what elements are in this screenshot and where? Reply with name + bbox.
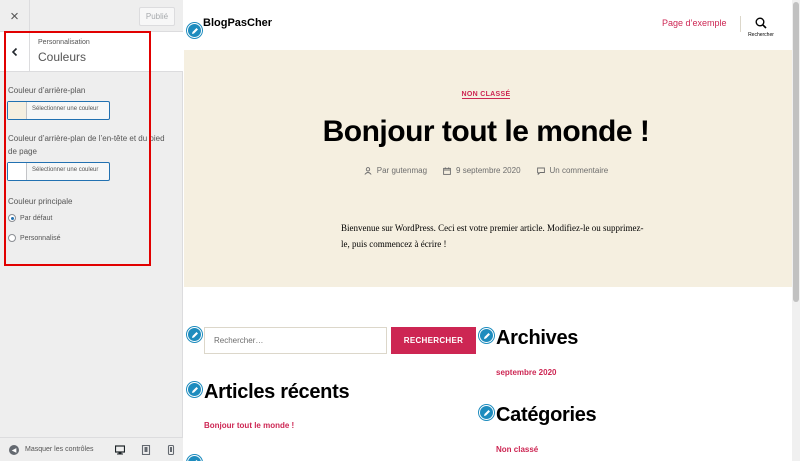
post-date[interactable]: 9 septembre 2020: [443, 166, 521, 175]
post-hero: NON CLASSÉ Bonjour tout le monde ! Par g…: [184, 50, 800, 287]
post-comments-label: Un commentaire: [549, 166, 609, 175]
archives-widget-title: Archives: [496, 327, 579, 349]
desktop-preview-button[interactable]: [113, 443, 127, 457]
recent-post-link[interactable]: Bonjour tout le monde !: [204, 421, 294, 430]
customizer-sidebar: × Publié Personnalisation Couleurs Coule…: [0, 0, 183, 461]
post-body: Bienvenue sur WordPress. Ceci est votre …: [341, 223, 644, 249]
collapse-controls-label[interactable]: Masquer les contrôles: [25, 446, 93, 453]
search-submit-button[interactable]: RECHERCHER: [391, 327, 476, 354]
post-comments[interactable]: Un commentaire: [536, 166, 609, 175]
post-author[interactable]: Par gutenmag: [364, 166, 427, 175]
close-customizer-button[interactable]: ×: [0, 0, 30, 32]
color-swatch: [8, 102, 27, 119]
post-author-label: Par gutenmag: [376, 166, 428, 175]
edit-shortcut-icon[interactable]: [479, 405, 494, 420]
radio-default[interactable]: Par défaut: [8, 214, 52, 222]
mobile-icon: [167, 445, 175, 455]
calendar-icon: [443, 166, 451, 175]
nav-link-sample-page[interactable]: Page d’exemple: [662, 18, 727, 28]
post-date-label: 9 septembre 2020: [456, 166, 521, 175]
customizer-topbar: × Publié: [0, 0, 183, 32]
background-color-button[interactable]: Sélectionner une couleur: [7, 101, 110, 120]
radio-custom[interactable]: Personnalisé: [8, 234, 60, 242]
category-link[interactable]: Non classé: [496, 445, 538, 454]
post-title[interactable]: Bonjour tout le monde !: [184, 115, 788, 149]
radio-unchecked-icon: [8, 234, 16, 242]
customizer-footer: ◀ Masquer les contrôles: [0, 437, 183, 461]
background-color-label: Couleur d’arrière-plan: [8, 86, 86, 95]
comment-icon: [536, 167, 545, 175]
search-icon: [755, 17, 767, 29]
back-button[interactable]: [0, 32, 30, 71]
primary-color-label: Couleur principale: [8, 197, 73, 206]
categories-widget-title: Catégories: [496, 404, 597, 426]
nav-divider: [740, 16, 741, 32]
edit-shortcut-icon[interactable]: [187, 382, 202, 397]
chevron-left-icon: [11, 47, 17, 56]
preview-scrollbar[interactable]: [792, 0, 800, 461]
search-toggle-label: Rechercher: [748, 32, 774, 38]
post-meta: Par gutenmag 9 septembre 2020 Un comment…: [184, 166, 788, 175]
radio-checked-icon: [8, 214, 16, 222]
tablet-preview-button[interactable]: [139, 443, 153, 457]
close-icon: ×: [10, 7, 19, 25]
search-toggle-button[interactable]: Rechercher: [746, 17, 776, 38]
mobile-preview-button[interactable]: [164, 443, 178, 457]
edit-shortcut-icon[interactable]: [187, 327, 202, 342]
color-swatch: [8, 163, 27, 180]
site-header: BlogPasCher Page d’exemple Rechercher: [184, 0, 800, 50]
site-title[interactable]: BlogPasCher: [203, 17, 272, 29]
breadcrumb: Personnalisation: [38, 39, 90, 46]
header-footer-color-button[interactable]: Sélectionner une couleur: [7, 162, 110, 181]
user-icon: [364, 166, 372, 175]
post-category-link[interactable]: NON CLASSÉ: [461, 91, 511, 99]
recent-posts-widget-title: Articles récents: [204, 381, 350, 403]
post-category-wrap: NON CLASSÉ: [184, 91, 788, 99]
site-preview: BlogPasCher Page d’exemple Rechercher NO…: [184, 0, 800, 461]
publish-button[interactable]: Publié: [139, 7, 175, 26]
edit-shortcut-icon[interactable]: [187, 23, 202, 38]
section-title: Couleurs: [38, 50, 87, 64]
tablet-icon: [141, 445, 151, 455]
desktop-icon: [115, 445, 125, 455]
header-footer-color-label: Couleur d’arrière-plan de l’en-tête et d…: [8, 134, 165, 156]
edit-shortcut-icon[interactable]: [187, 455, 202, 461]
select-color-label: Sélectionner une couleur: [32, 106, 99, 112]
select-color-label: Sélectionner une couleur: [32, 167, 99, 173]
edit-shortcut-icon[interactable]: [479, 328, 494, 343]
collapse-icon[interactable]: ◀: [9, 445, 19, 455]
radio-custom-label: Personnalisé: [20, 234, 61, 242]
section-header: Personnalisation Couleurs: [0, 32, 183, 72]
scrollbar-thumb[interactable]: [793, 2, 799, 302]
archives-link[interactable]: septembre 2020: [496, 368, 556, 377]
radio-default-label: Par défaut: [20, 214, 53, 222]
search-input[interactable]: Rechercher…: [204, 327, 387, 354]
